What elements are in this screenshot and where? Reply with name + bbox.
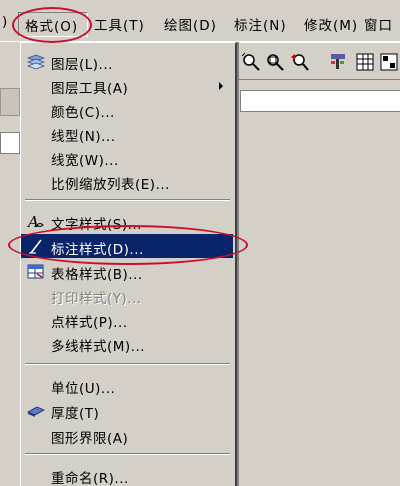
command-input[interactable] xyxy=(240,90,400,112)
menu-item-label: 图形界限(A) xyxy=(51,431,129,447)
menu-item-lineweight[interactable]: 线宽(W)... xyxy=(21,145,233,169)
menu-item-label: 线宽(W)... xyxy=(51,153,119,169)
menu-item-label: 图层(L)... xyxy=(51,57,113,73)
menu-item-text-style[interactable]: A 文字样式(S)... xyxy=(21,209,233,233)
menu-item-drawing-limits[interactable]: 图形界限(A) xyxy=(21,423,233,447)
menu-bar: ) 格式(O) 工具(T) 绘图(D) 标注(N) 修改(M) 窗口 xyxy=(0,0,400,42)
menu-item-point-style[interactable]: 点样式(P)... xyxy=(21,307,233,331)
dimension-style-icon xyxy=(29,239,42,254)
layers-icon xyxy=(27,54,45,70)
menu-item-label: 打印样式(Y)... xyxy=(51,291,142,307)
menu-item-label: 表格样式(B)... xyxy=(51,267,143,283)
menu-window[interactable]: 窗口 xyxy=(364,14,393,34)
standard-toolbar xyxy=(236,42,400,80)
left-toolbar xyxy=(0,42,22,486)
menu-item-thickness[interactable]: 厚度(T) xyxy=(21,398,233,422)
text-style-icon: A xyxy=(27,213,44,230)
menu-item-label: 重命名(R)... xyxy=(51,471,129,486)
menu-dimension[interactable]: 标注(N) xyxy=(234,14,287,34)
menu-format[interactable]: 格式(O) xyxy=(18,12,88,37)
svg-text:A: A xyxy=(27,213,39,230)
format-menu-dropdown: 图层(L)... 图层工具(A) 颜色(C)... 线型(N)... 线宽(W)… xyxy=(20,42,237,486)
menu-item-label: 线型(N)... xyxy=(51,129,116,145)
menu-item-scale-list[interactable]: 比例缩放列表(E)... xyxy=(21,169,233,193)
menu-item-layer[interactable]: 图层(L)... xyxy=(21,49,233,73)
menu-item-label: 标注样式(D)... xyxy=(51,242,144,258)
menu-item-color[interactable]: 颜色(C)... xyxy=(21,97,233,121)
menu-item-label: 多线样式(M)... xyxy=(51,339,146,355)
menu-modify[interactable]: 修改(M) xyxy=(304,14,358,34)
design-center-icon[interactable] xyxy=(378,51,400,73)
left-search-box[interactable] xyxy=(0,132,20,154)
menu-item-label: 单位(U)... xyxy=(51,381,116,397)
menu-item-label: 颜色(C)... xyxy=(51,105,115,121)
menu-separator xyxy=(25,199,230,201)
menu-item-dimension-style[interactable]: 标注样式(D)... xyxy=(21,234,233,258)
menu-item-label: 比例缩放列表(E)... xyxy=(51,177,170,193)
menu-separator xyxy=(25,363,230,365)
zoom-window-icon[interactable] xyxy=(264,51,286,73)
menu-separator xyxy=(25,453,230,455)
menu-item-rename[interactable]: 重命名(R)... xyxy=(21,463,233,486)
zoom-realtime-icon[interactable] xyxy=(240,51,262,73)
menu-draw[interactable]: 绘图(D) xyxy=(164,14,217,34)
menu-item-layer-tools[interactable]: 图层工具(A) xyxy=(21,73,233,97)
menu-item-label: 厚度(T) xyxy=(51,406,100,422)
menu-item-label: 图层工具(A) xyxy=(51,81,129,97)
menu-bar-leading: ) xyxy=(2,14,9,30)
menu-item-units[interactable]: 单位(U)... xyxy=(21,373,233,397)
menu-item-multiline-style[interactable]: 多线样式(M)... xyxy=(21,331,233,355)
menu-item-table-style[interactable]: 表格样式(B)... xyxy=(21,259,233,283)
table-style-icon xyxy=(27,264,44,279)
menu-item-plot-style[interactable]: 打印样式(Y)... xyxy=(21,283,233,307)
submenu-arrow-icon xyxy=(219,82,223,90)
properties-grid-icon[interactable] xyxy=(354,51,376,73)
left-tool-icon[interactable] xyxy=(0,88,20,116)
zoom-previous-icon[interactable] xyxy=(288,51,310,73)
menu-item-label: 文字样式(S)... xyxy=(51,217,142,233)
match-properties-icon[interactable] xyxy=(328,51,350,73)
menu-item-label: 点样式(P)... xyxy=(51,315,128,331)
menu-item-linetype[interactable]: 线型(N)... xyxy=(21,121,233,145)
menu-tools[interactable]: 工具(T) xyxy=(94,14,145,34)
thickness-icon xyxy=(27,406,45,417)
